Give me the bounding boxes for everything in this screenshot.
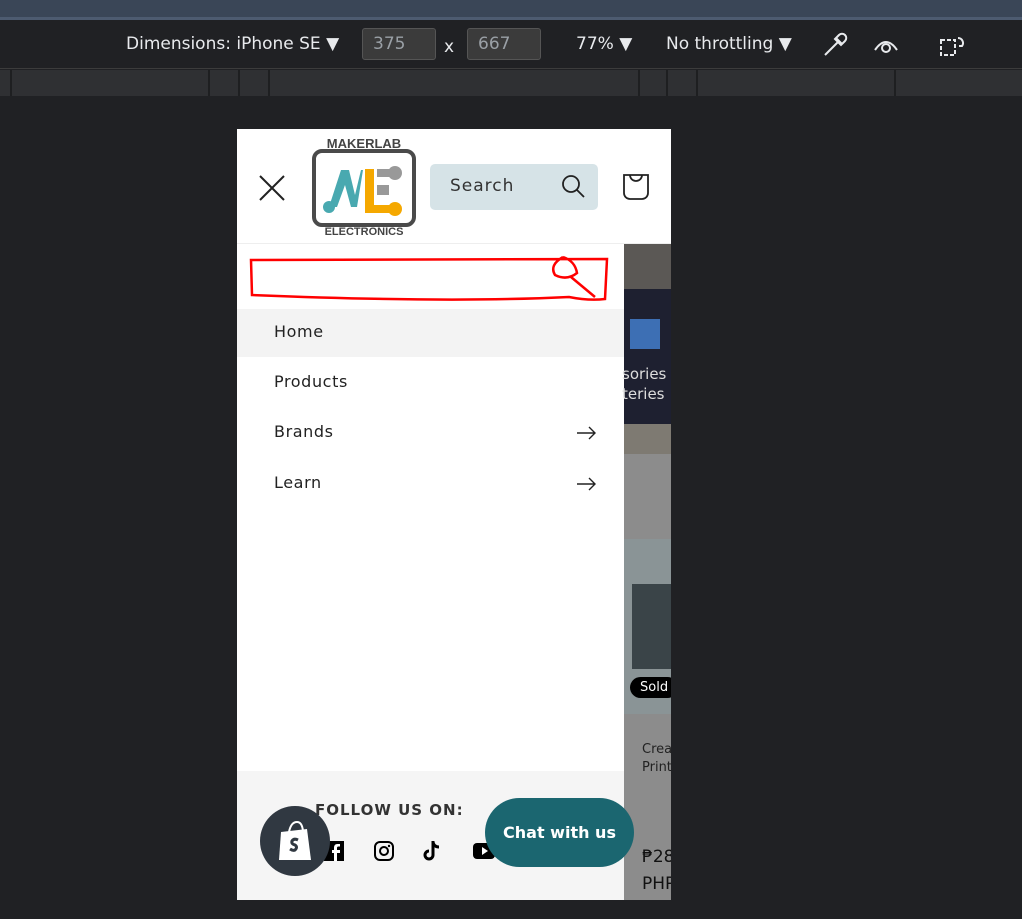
- tiktok-icon[interactable]: [422, 840, 442, 862]
- eyedropper-icon[interactable]: [822, 32, 848, 58]
- dimensions-label: Dimensions: iPhone SE: [126, 34, 321, 54]
- search-icon[interactable]: [560, 173, 586, 199]
- product-title: Print: [642, 760, 671, 775]
- arrow-right-icon: [577, 477, 596, 491]
- instagram-icon[interactable]: [374, 841, 394, 861]
- menu-item-home[interactable]: Home: [237, 309, 624, 357]
- banner-image: [624, 244, 671, 289]
- shopify-badge-button[interactable]: [260, 806, 330, 876]
- eye-icon[interactable]: [873, 34, 899, 56]
- logo-mark: [312, 149, 416, 227]
- category-text: sories: [622, 365, 667, 383]
- page-content-overlay[interactable]: sories teries Sold Crea Print ₱28 PHP: [622, 244, 671, 900]
- dropdown-icon: ▼: [778, 34, 792, 54]
- width-input[interactable]: 375: [362, 28, 436, 60]
- device-viewport: MAKERLAB ELECTRONICS Search Home Product…: [237, 129, 671, 900]
- height-input[interactable]: 667: [467, 28, 541, 60]
- menu-label: Learn: [274, 473, 322, 492]
- device-toolbar: Dimensions: iPhone SE ▼ 375 x 667 77% ▼ …: [0, 20, 1022, 69]
- cart-icon[interactable]: [621, 171, 651, 201]
- search-field[interactable]: Search: [430, 164, 598, 210]
- product-currency: PHP: [642, 874, 671, 894]
- product-title: Crea: [642, 742, 671, 757]
- logo-text-bottom: ELECTRONICS: [324, 226, 404, 238]
- product-image: Sold: [624, 539, 671, 714]
- chat-with-us-button[interactable]: Chat with us: [485, 798, 634, 867]
- menu-item-learn[interactable]: Learn: [237, 460, 624, 508]
- times-sign: x: [444, 37, 455, 57]
- rotate-icon[interactable]: [938, 32, 966, 58]
- media-query-bar: [0, 70, 1022, 96]
- menu-label: Brands: [274, 422, 334, 441]
- dropdown-icon: ▼: [326, 34, 340, 54]
- menu-label: Home: [274, 322, 324, 341]
- category-image: sories teries: [622, 289, 671, 424]
- close-icon[interactable]: [259, 175, 285, 201]
- category-text: teries: [622, 385, 665, 403]
- dimensions-select[interactable]: Dimensions: iPhone SE ▼: [126, 34, 339, 54]
- menu-item-brands[interactable]: Brands: [237, 409, 624, 457]
- zoom-label: 77%: [576, 34, 614, 54]
- site-header: MAKERLAB ELECTRONICS Search: [237, 129, 671, 244]
- throttling-label: No throttling: [666, 34, 774, 54]
- menu-label: Products: [274, 372, 348, 391]
- search-placeholder: Search: [450, 176, 515, 196]
- dropdown-icon: ▼: [619, 34, 633, 54]
- zoom-select[interactable]: 77% ▼: [576, 34, 632, 54]
- product-price: ₱28: [642, 847, 671, 867]
- throttling-select[interactable]: No throttling ▼: [666, 34, 792, 54]
- sold-badge: Sold: [630, 677, 671, 698]
- shopify-bag-icon: [279, 820, 311, 860]
- arrow-right-icon: [577, 426, 596, 440]
- logo[interactable]: MAKERLAB ELECTRONICS: [311, 135, 417, 239]
- red-annotation-scribble: [249, 255, 609, 301]
- follow-label: FOLLOW US ON:: [315, 801, 464, 819]
- menu-item-products[interactable]: Products: [237, 359, 624, 407]
- browser-tab-strip: [0, 0, 1022, 20]
